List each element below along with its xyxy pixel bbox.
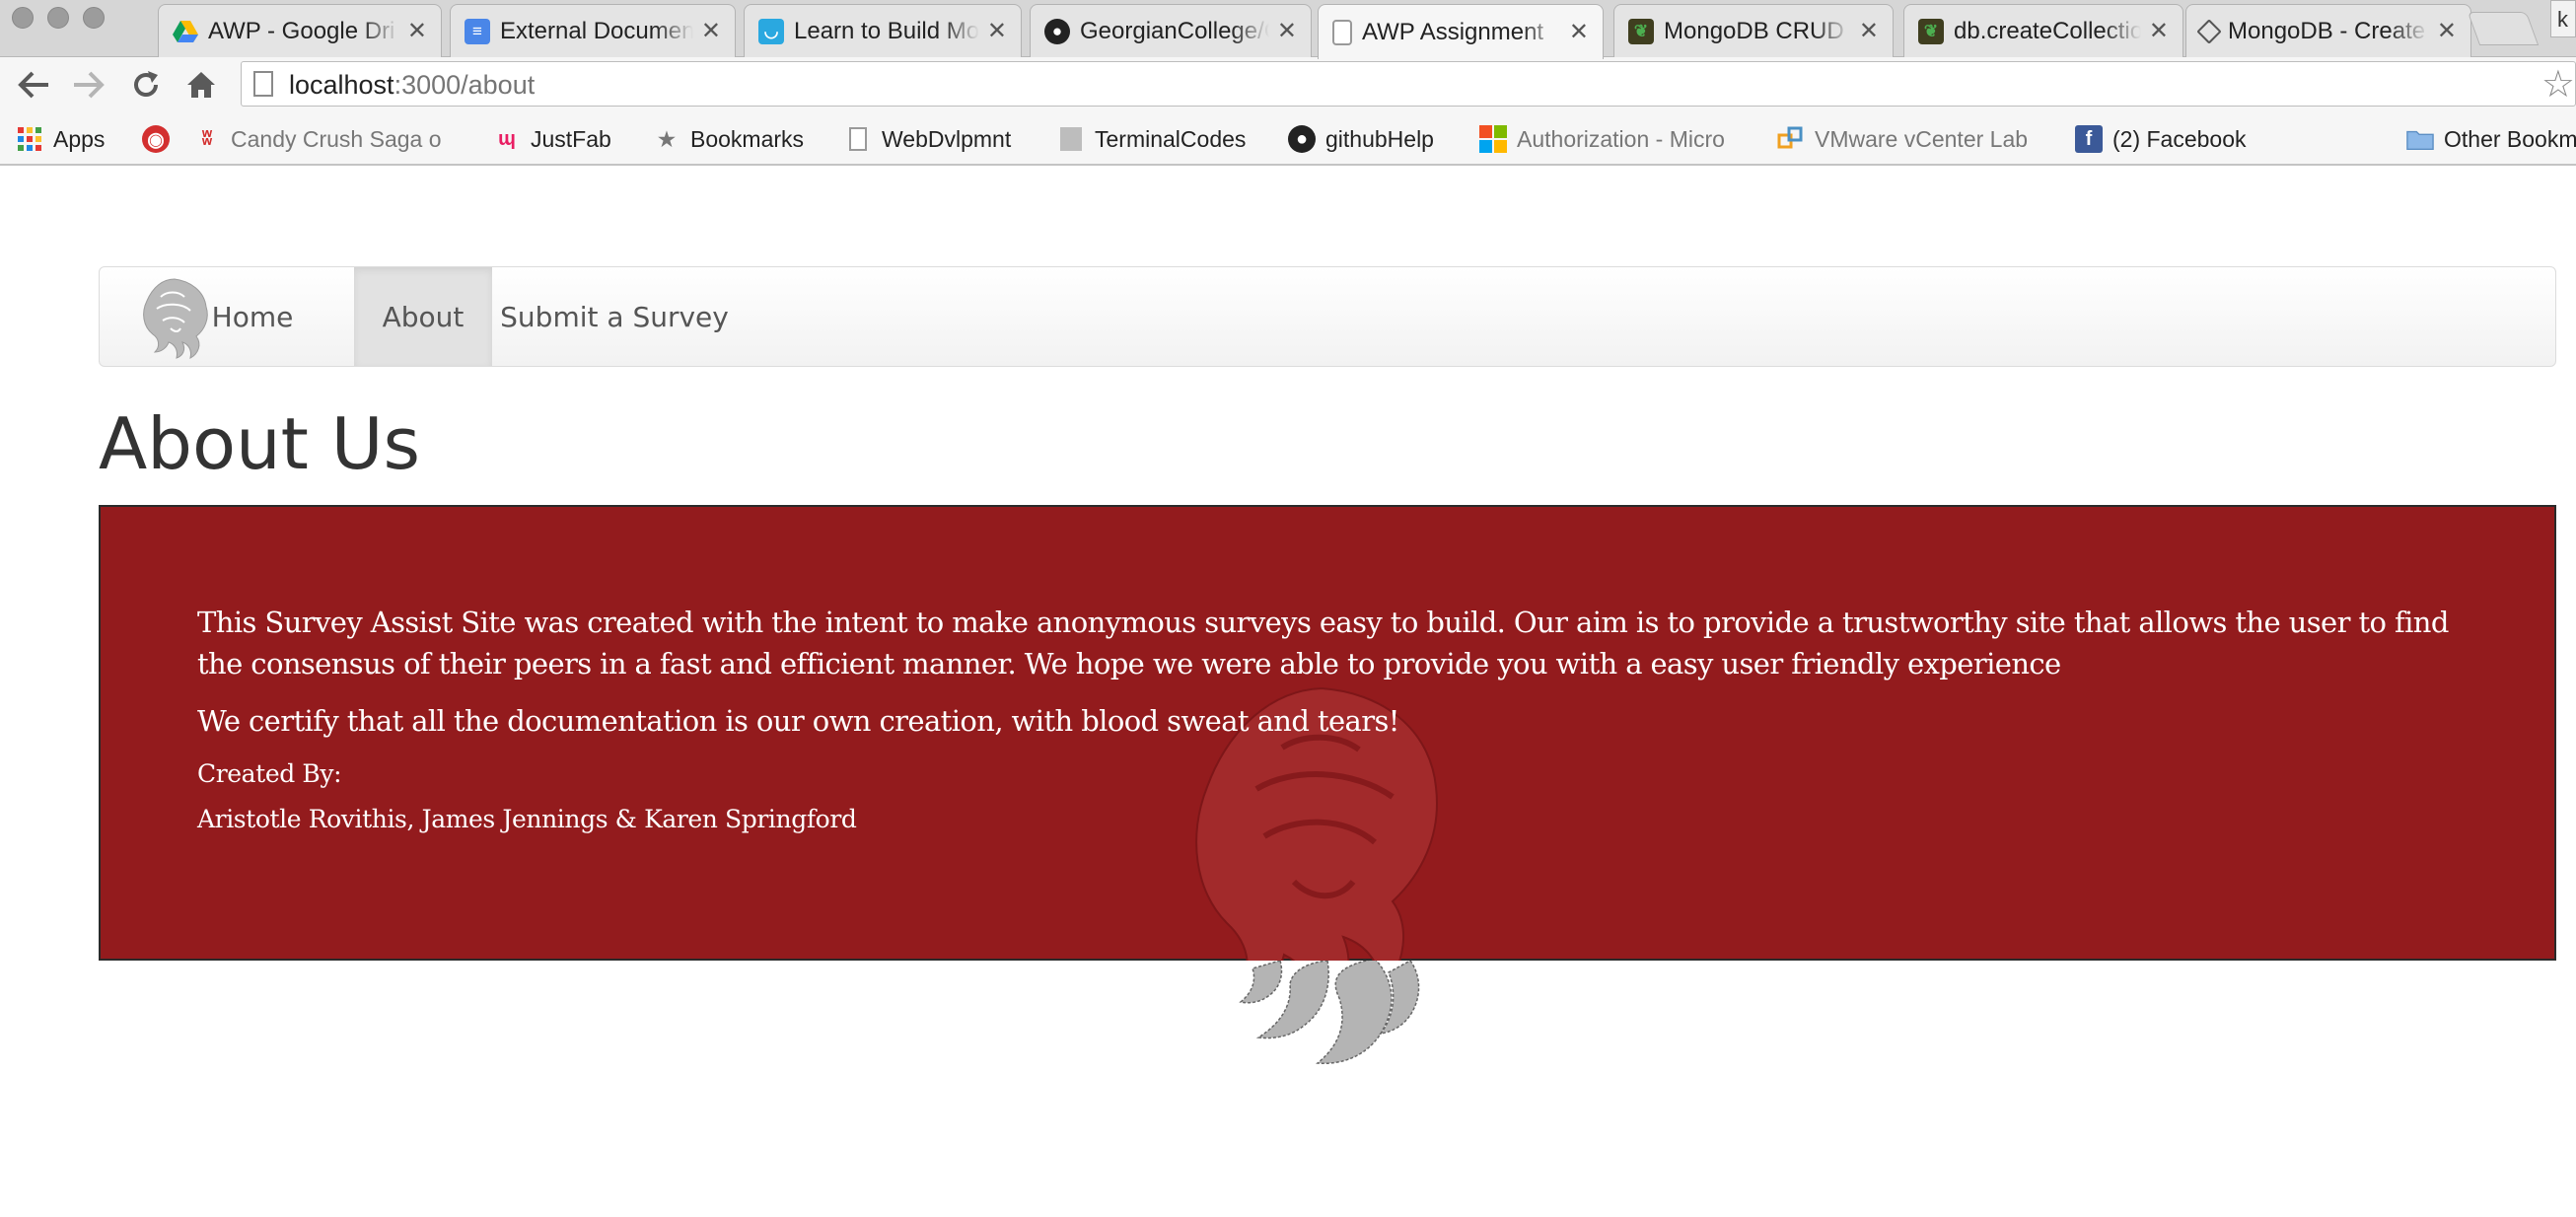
browser-toolbar: localhost:3000/about ☆ <box>0 57 2576 112</box>
reload-icon[interactable] <box>126 65 166 105</box>
close-icon[interactable]: ✕ <box>987 17 1007 45</box>
page-icon <box>844 125 872 153</box>
nav-submit-survey-link[interactable]: Submit a Survey <box>492 267 737 366</box>
nav-home-link[interactable]: Home <box>175 267 330 366</box>
page-icon <box>1332 19 1352 45</box>
tab-awp-assignment[interactable]: AWP Assignment ✕ <box>1318 4 1604 59</box>
close-icon[interactable]: ✕ <box>1569 18 1589 46</box>
bookmark-lastpass[interactable]: ◉ <box>142 112 179 166</box>
tab-awp-google-drive[interactable]: AWP - Google Dri ✕ <box>158 4 442 57</box>
tab-georgiancollege-github[interactable]: ● GeorgianCollege/C ✕ <box>1030 4 1312 57</box>
bookmark-label: JustFab <box>531 125 611 152</box>
tab-mongodb-create[interactable]: MongoDB - Create ✕ <box>2185 4 2471 57</box>
tab-title: AWP - Google Dri <box>208 17 395 44</box>
tab-external-documentation[interactable]: ≡ External Documen ✕ <box>450 4 736 57</box>
bookmark-label: Authorization - Micro <box>1517 125 1725 152</box>
minimize-window-button[interactable] <box>47 7 69 29</box>
created-by-label: Created By: <box>197 759 342 788</box>
diamond-icon <box>2196 18 2222 44</box>
authors-text: Aristotle Rovithis, James Jennings & Kar… <box>197 805 857 833</box>
url-path: :3000/about <box>394 70 536 100</box>
bookmark-label: VMware vCenter Lab <box>1815 125 2029 152</box>
github-icon: ● <box>1044 18 1070 44</box>
folder-icon <box>2406 125 2434 153</box>
close-window-button[interactable] <box>12 7 34 29</box>
smile-icon: ◡ <box>758 18 784 44</box>
tab-title: MongoDB - Create <box>2228 17 2426 44</box>
tab-strip: AWP - Google Dri ✕ ≡ External Documen ✕ … <box>0 0 2576 59</box>
bookmark-label: WebDvlpmnt <box>882 125 1012 152</box>
tab-title: GeorgianCollege/C <box>1080 17 1269 44</box>
bookmark-label: Candy Crush Saga o <box>231 125 442 152</box>
tab-mongodb-crud[interactable]: ❦ MongoDB CRUD In ✕ <box>1613 4 1894 57</box>
google-drive-icon <box>173 19 198 44</box>
tab-title: AWP Assignment <box>1362 18 1544 45</box>
url-host: localhost <box>289 70 394 100</box>
bookmark-bookmarks[interactable]: ★ Bookmarks <box>653 112 804 166</box>
bookmark-label: githubHelp <box>1325 125 1434 152</box>
address-bar[interactable]: localhost:3000/about ☆ <box>241 61 2576 107</box>
tab-title: db.createCollectio <box>1954 17 2141 44</box>
vmware-icon <box>1777 125 1805 153</box>
bookmark-terminalcodes[interactable]: TerminalCodes <box>1057 112 1246 166</box>
zoom-window-button[interactable] <box>83 7 105 29</box>
page-title: About Us <box>99 402 420 485</box>
bookmark-label: Other Bookm <box>2444 125 2576 152</box>
close-icon[interactable]: ✕ <box>701 17 721 45</box>
tab-db-createcollection[interactable]: ❦ db.createCollectio ✕ <box>1903 4 2183 57</box>
back-arrow-icon[interactable] <box>14 65 53 105</box>
about-intro-text: This Survey Assist Site was created with… <box>197 606 2449 680</box>
facebook-icon: f <box>2075 125 2103 153</box>
candy-crush-icon: ʬ <box>201 127 213 150</box>
microsoft-icon <box>1479 125 1507 153</box>
google-docs-icon: ≡ <box>465 18 490 44</box>
bookmark-authorization-microsoft[interactable]: Authorization - Micro <box>1479 112 1725 166</box>
bookmark-other-bookmarks[interactable]: Other Bookm <box>2406 112 2576 166</box>
nav-about-link[interactable]: About <box>354 267 492 366</box>
github-icon: ● <box>1288 125 1316 153</box>
site-navbar: Home About Submit a Survey <box>99 266 2556 367</box>
lastpass-icon: ◉ <box>142 125 170 153</box>
mongodb-leaf-icon: ❦ <box>1918 18 1944 44</box>
bookmark-label: (2) Facebook <box>2112 125 2247 152</box>
star-icon: ★ <box>658 128 676 151</box>
bookmarks-bar: Apps ◉ ʬ Candy Crush Saga o ɰ JustFab ★ … <box>0 112 2576 166</box>
profile-corner[interactable]: k <box>2550 0 2576 37</box>
url-text[interactable]: localhost:3000/about <box>289 70 535 101</box>
close-icon[interactable]: ✕ <box>2149 17 2169 45</box>
bookmark-justfab[interactable]: ɰ JustFab <box>493 112 611 166</box>
tab-learn-to-build[interactable]: ◡ Learn to Build Mo ✕ <box>744 4 1022 57</box>
apps-grid-icon <box>16 125 43 153</box>
lion-watermark-icon <box>1134 679 1509 1073</box>
forward-arrow-icon[interactable] <box>69 65 108 105</box>
bookmark-githubhelp[interactable]: ● githubHelp <box>1288 112 1434 166</box>
close-icon[interactable]: ✕ <box>1277 17 1297 45</box>
close-icon[interactable]: ✕ <box>407 17 427 45</box>
bookmark-webdvlpmnt[interactable]: WebDvlpmnt <box>844 112 1011 166</box>
bookmark-star-icon[interactable]: ☆ <box>2541 62 2575 107</box>
tab-title: MongoDB CRUD In <box>1664 17 1851 44</box>
close-icon[interactable]: ✕ <box>1859 17 1879 45</box>
bookmark-apps[interactable]: Apps <box>16 112 105 166</box>
certify-text: We certify that all the documentation is… <box>197 704 1399 738</box>
bookmark-label: TerminalCodes <box>1095 125 1247 152</box>
tab-title: External Documen <box>500 17 693 44</box>
bookmark-label: Bookmarks <box>690 125 805 152</box>
justfab-icon: ɰ <box>498 127 516 150</box>
close-icon[interactable]: ✕ <box>2437 17 2457 45</box>
tab-title: Learn to Build Mo <box>794 17 979 44</box>
grey-square-icon <box>1057 125 1085 153</box>
bookmark-vmware[interactable]: VMware vCenter Lab <box>1777 112 2028 166</box>
bookmark-label: Apps <box>53 125 106 152</box>
bookmark-facebook[interactable]: f (2) Facebook <box>2075 112 2247 166</box>
page-icon <box>253 71 273 97</box>
bookmark-candy-crush[interactable]: ʬ Candy Crush Saga o <box>193 112 442 166</box>
home-icon[interactable] <box>181 65 221 105</box>
new-tab-button[interactable] <box>2467 12 2540 45</box>
mongodb-leaf-icon: ❦ <box>1628 18 1654 44</box>
